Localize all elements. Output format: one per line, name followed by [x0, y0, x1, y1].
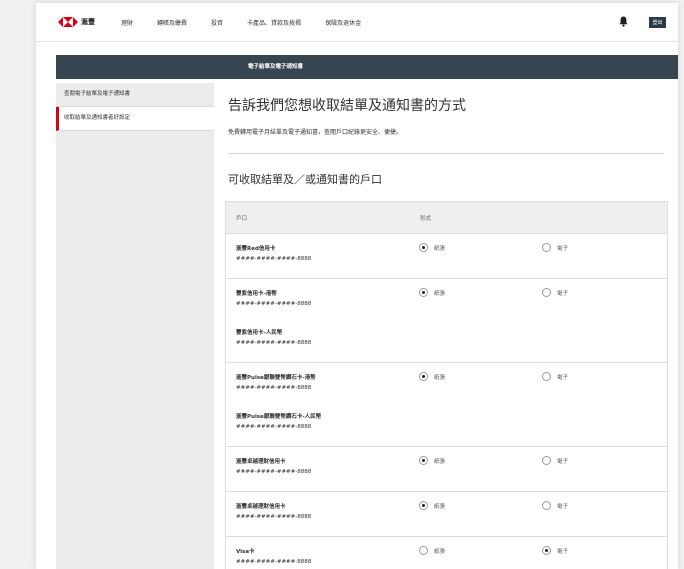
account-name: 滙豐Pulse銀聯雙幣鑽石卡-人民幣 [236, 414, 322, 420]
table-row: Visa卡 ####-####-####-8888 紙張 電子 [226, 536, 667, 569]
section-divider [228, 153, 664, 154]
option-paper-label: 紙張 [434, 503, 446, 510]
table-row: 滙豐卓越理財信用卡 ####-####-####-8888 紙張 電子 [226, 491, 667, 536]
sidebar-item-view-estatements[interactable]: 查閱電子結單及電子通知書 [56, 83, 214, 107]
account-entry: 滙豐卓越理財信用卡 ####-####-####-8888 [236, 457, 311, 475]
radio-button[interactable] [419, 372, 428, 381]
option-electronic[interactable]: 電子 [542, 501, 568, 510]
nav-links: 理財 轉賬及繳費 投資 卡產品、貸款及按揭 保險及退休金 [121, 18, 385, 27]
account-name: 豐紫信用卡-人民幣 [236, 330, 283, 336]
nav-link-invest[interactable]: 投資 [211, 18, 223, 27]
option-electronic[interactable]: 電子 [542, 456, 568, 465]
nav-link-insurance[interactable]: 保險及退休金 [325, 18, 361, 27]
account-name: Visa卡 [236, 549, 255, 555]
radio-button[interactable] [542, 546, 551, 555]
page-title: 告訴我們您想收取結單及通知書的方式 [228, 98, 466, 114]
account-number: ####-####-####-8888 [236, 514, 312, 520]
account-number: ####-####-####-8888 [236, 559, 312, 565]
accounts-table: 戶口 形式 滙豐Red信用卡 ####-####-####-8888 紙張 電子 [225, 201, 668, 569]
column-header-format: 形式 [420, 215, 432, 222]
account-entry: 滙豐Pulse銀聯雙幣鑽石卡-人民幣 ####-####-####-8888 [236, 412, 321, 430]
option-electronic[interactable]: 電子 [542, 288, 568, 297]
account-entry: 豐紫信用卡-人民幣 ####-####-####-8888 [236, 328, 311, 346]
account-number: ####-####-####-8888 [236, 301, 312, 307]
table-row: 滙豐卓越理財信用卡 ####-####-####-8888 紙張 電子 [226, 446, 667, 491]
column-header-account: 戶口 [236, 215, 248, 222]
option-paper-label: 紙張 [434, 245, 446, 252]
sidebar: 查閱電子結單及電子通知書 收取結單及通知書者好設定 [56, 83, 214, 569]
main-content: 告訴我們您想收取結單及通知書的方式 免費轉用電子月結單及電子通知書，查閱戶口紀錄… [214, 79, 678, 569]
table-row: 滙豐Pulse銀聯雙幣鑽石卡-港幣 ####-####-####-8888 滙豐… [226, 362, 667, 446]
radio-button[interactable] [419, 501, 428, 510]
brand-name: 滙豐 [81, 18, 95, 26]
brand-logo[interactable]: 滙豐 [58, 17, 95, 27]
account-entry: 滙豐Pulse銀聯雙幣鑽石卡-港幣 ####-####-####-8888 [236, 373, 316, 391]
account-entry: Visa卡 ####-####-####-8888 [236, 547, 311, 565]
option-electronic-label: 電子 [557, 458, 569, 465]
option-paper[interactable]: 紙張 [419, 288, 445, 297]
nav-link-cards-loans[interactable]: 卡產品、貸款及按揭 [247, 18, 301, 27]
account-entry: 滙豐Red信用卡 ####-####-####-8888 [236, 244, 311, 262]
option-paper-label: 紙張 [434, 290, 446, 297]
page: 滙豐 理財 轉賬及繳費 投資 卡產品、貸款及按揭 保險及退休金 登出 電子結單及… [36, 3, 678, 569]
radio-button[interactable] [542, 456, 551, 465]
option-electronic-label: 電子 [557, 290, 569, 297]
option-electronic-label: 電子 [557, 245, 569, 252]
account-name: 滙豐卓越理財信用卡 [236, 459, 286, 465]
option-paper-label: 紙張 [434, 374, 446, 381]
option-electronic-label: 電子 [557, 374, 569, 381]
account-number: ####-####-####-8888 [236, 256, 312, 262]
hexagon-logo-icon [58, 17, 78, 27]
radio-button[interactable] [419, 456, 428, 465]
account-number: ####-####-####-8888 [236, 424, 312, 430]
option-paper[interactable]: 紙張 [419, 546, 445, 555]
account-number: ####-####-####-8888 [236, 340, 312, 346]
nav-link-wealth[interactable]: 理財 [121, 18, 133, 27]
page-description: 免費轉用電子月結單及電子通知書，查閱戶口紀錄更安全、便捷。 [228, 129, 403, 136]
section-title: 可收取結單及／或通知書的戶口 [228, 173, 382, 186]
radio-button[interactable] [419, 546, 428, 555]
option-paper[interactable]: 紙張 [419, 456, 445, 465]
radio-button[interactable] [542, 372, 551, 381]
table-header: 戶口 形式 [226, 202, 667, 233]
logout-button[interactable]: 登出 [649, 17, 666, 28]
account-number: ####-####-####-8888 [236, 385, 312, 391]
account-entry: 滙豐卓越理財信用卡 ####-####-####-8888 [236, 502, 311, 520]
option-electronic-label: 電子 [557, 503, 569, 510]
table-row: 豐紫信用卡-港幣 ####-####-####-8888 豐紫信用卡-人民幣 #… [226, 278, 667, 362]
radio-button[interactable] [542, 288, 551, 297]
option-electronic-label: 電子 [557, 548, 569, 555]
option-paper-label: 紙張 [434, 458, 446, 465]
bell-icon[interactable] [619, 16, 628, 27]
option-electronic[interactable]: 電子 [542, 372, 568, 381]
radio-button[interactable] [419, 243, 428, 252]
option-paper[interactable]: 紙張 [419, 372, 445, 381]
account-name: 滙豐Red信用卡 [236, 246, 276, 252]
option-paper[interactable]: 紙張 [419, 501, 445, 510]
account-name: 豐紫信用卡-港幣 [236, 291, 277, 297]
radio-button[interactable] [542, 501, 551, 510]
option-electronic[interactable]: 電子 [542, 546, 568, 555]
radio-button[interactable] [542, 243, 551, 252]
option-paper-label: 紙張 [434, 548, 446, 555]
radio-button[interactable] [419, 288, 428, 297]
page-header-title: 電子結單及電子通知書 [248, 64, 304, 70]
account-name: 滙豐卓越理財信用卡 [236, 504, 286, 510]
account-number: ####-####-####-8888 [236, 469, 312, 475]
option-electronic[interactable]: 電子 [542, 243, 568, 252]
option-paper[interactable]: 紙張 [419, 243, 445, 252]
nav-link-transfers[interactable]: 轉賬及繳費 [157, 18, 187, 27]
page-header-band: 電子結單及電子通知書 [56, 55, 678, 79]
account-name: 滙豐Pulse銀聯雙幣鑽石卡-港幣 [236, 375, 316, 381]
top-navigation: 滙豐 理財 轉賬及繳費 投資 卡產品、貸款及按揭 保險及退休金 登出 [36, 3, 678, 42]
table-row: 滙豐Red信用卡 ####-####-####-8888 紙張 電子 [226, 233, 667, 278]
sidebar-item-preferences[interactable]: 收取結單及通知書者好設定 [56, 107, 214, 131]
account-entry: 豐紫信用卡-港幣 ####-####-####-8888 [236, 289, 311, 307]
